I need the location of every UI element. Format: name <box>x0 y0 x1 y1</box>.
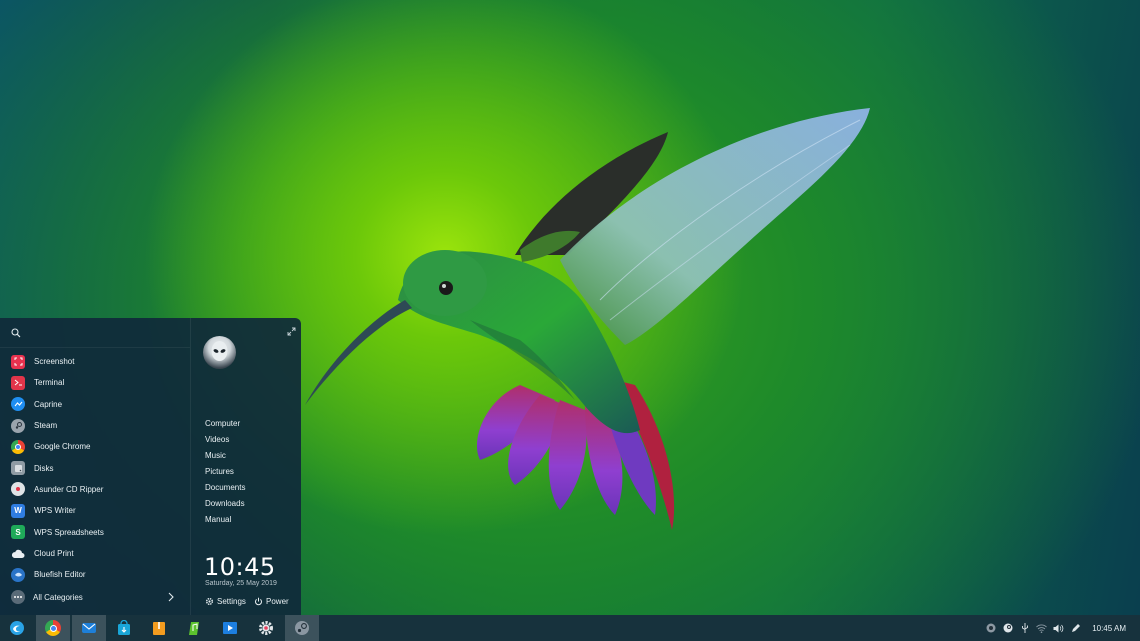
all-categories-label: All Categories <box>33 592 83 602</box>
alien-avatar-icon <box>211 341 228 361</box>
app-label: Terminal <box>34 378 65 388</box>
app-item-steam[interactable]: Steam <box>0 415 190 436</box>
chrome-icon <box>11 439 25 454</box>
search-input[interactable] <box>26 324 176 342</box>
app-item-disks[interactable]: Disks <box>0 457 190 478</box>
search-icon <box>11 328 21 338</box>
avatar[interactable] <box>203 336 236 369</box>
screenshot-icon <box>11 354 25 369</box>
place-manual[interactable]: Manual <box>205 512 245 528</box>
places-list: Computer Videos Music Pictures Documents… <box>205 416 245 528</box>
app-item-screenshot[interactable]: Screenshot <box>0 351 190 372</box>
app-item-cloud-print[interactable]: Cloud Print <box>0 543 190 564</box>
taskbar-settings[interactable] <box>249 615 283 641</box>
place-computer[interactable]: Computer <box>205 416 245 432</box>
gear-icon <box>259 621 273 635</box>
taskbar-chrome[interactable] <box>36 615 70 641</box>
app-label: Screenshot <box>34 357 75 367</box>
cloud-print-icon <box>11 546 25 560</box>
taskbar: 10:45 AM <box>0 615 1140 641</box>
taskbar-steam[interactable] <box>285 615 319 641</box>
chevron-right-icon <box>168 592 174 602</box>
disks-icon <box>11 461 25 476</box>
usb-icon <box>1021 622 1028 633</box>
app-label: WPS Writer <box>34 506 76 516</box>
wifi-icon <box>1036 623 1048 633</box>
place-videos[interactable]: Videos <box>205 432 245 448</box>
mail-icon <box>82 623 96 633</box>
power-label: Power <box>266 596 289 606</box>
places-panel: Computer Videos Music Pictures Documents… <box>190 318 301 615</box>
app-list-panel: Screenshot Terminal Caprine Steam Google… <box>0 318 190 615</box>
steam-icon <box>11 418 25 433</box>
music-icon <box>189 622 199 635</box>
app-item-wps-spreadsheets[interactable]: S WPS Spreadsheets <box>0 521 190 542</box>
wps-spreadsheets-icon: S <box>11 525 25 540</box>
app-label: Steam <box>34 421 58 431</box>
steam-icon <box>295 621 309 635</box>
app-label: Asunder CD Ripper <box>34 484 104 494</box>
more-dots-icon <box>11 590 25 604</box>
app-item-asunder-cd-ripper[interactable]: Asunder CD Ripper <box>0 479 190 500</box>
power-button[interactable]: Power <box>254 594 289 608</box>
cd-ripper-icon <box>11 482 25 497</box>
launcher-button[interactable] <box>0 615 34 641</box>
taskbar-mail[interactable] <box>72 615 106 641</box>
pen-icon <box>1071 624 1080 632</box>
place-documents[interactable]: Documents <box>205 480 245 496</box>
expand-icon[interactable] <box>287 327 296 336</box>
search-bar[interactable] <box>0 318 190 348</box>
steam-tray-icon <box>1003 623 1013 633</box>
app-item-bluefish-editor[interactable]: Bluefish Editor <box>0 564 190 585</box>
taskbar-movie[interactable] <box>213 615 247 641</box>
app-label: Cloud Print <box>34 548 74 558</box>
app-item-wps-writer[interactable]: W WPS Writer <box>0 500 190 521</box>
app-item-google-chrome[interactable]: Google Chrome <box>0 436 190 457</box>
movie-icon <box>223 622 237 634</box>
place-downloads[interactable]: Downloads <box>205 496 245 512</box>
menu-clock-date: Saturday, 25 May 2019 <box>205 580 277 587</box>
app-list: Screenshot Terminal Caprine Steam Google… <box>0 351 190 585</box>
taskbar-music[interactable] <box>177 615 211 641</box>
taskbar-archive-manager[interactable] <box>142 615 176 641</box>
tray-usb[interactable] <box>1016 615 1033 641</box>
app-label: Disks <box>34 463 54 473</box>
app-label: Google Chrome <box>34 442 91 452</box>
taskbar-app-store[interactable] <box>107 615 141 641</box>
settings-label: Settings <box>217 596 246 606</box>
power-icon <box>255 597 262 605</box>
deepin-launcher-icon <box>10 621 24 635</box>
chrome-icon <box>45 620 61 636</box>
system-tray: 10:45 AM <box>982 615 1140 641</box>
gear-icon <box>206 597 213 605</box>
app-item-caprine[interactable]: Caprine <box>0 394 190 415</box>
tray-volume[interactable] <box>1050 615 1067 641</box>
wps-writer-icon: W <box>11 503 25 518</box>
place-pictures[interactable]: Pictures <box>205 464 245 480</box>
app-label: Bluefish Editor <box>34 570 86 580</box>
caprine-icon <box>11 397 25 412</box>
tray-steam[interactable] <box>999 615 1016 641</box>
terminal-icon <box>11 375 25 390</box>
app-label: WPS Spreadsheets <box>34 527 104 537</box>
app-tray-icon <box>986 623 996 633</box>
menu-clock-time: 10:45 <box>204 553 276 581</box>
app-item-terminal[interactable]: Terminal <box>0 372 190 393</box>
all-categories-button[interactable]: All Categories <box>0 586 190 608</box>
taskbar-clock[interactable]: 10:45 AM <box>1092 624 1126 633</box>
bluefish-icon <box>11 567 25 582</box>
app-store-icon <box>118 620 130 635</box>
tray-wifi[interactable] <box>1033 615 1050 641</box>
tray-pen[interactable] <box>1067 615 1084 641</box>
place-music[interactable]: Music <box>205 448 245 464</box>
app-label: Caprine <box>34 399 63 409</box>
archive-icon <box>153 622 165 635</box>
volume-icon <box>1053 624 1064 632</box>
start-menu: Screenshot Terminal Caprine Steam Google… <box>0 318 301 615</box>
tray-app[interactable] <box>982 615 999 641</box>
settings-button[interactable]: Settings <box>205 594 246 608</box>
